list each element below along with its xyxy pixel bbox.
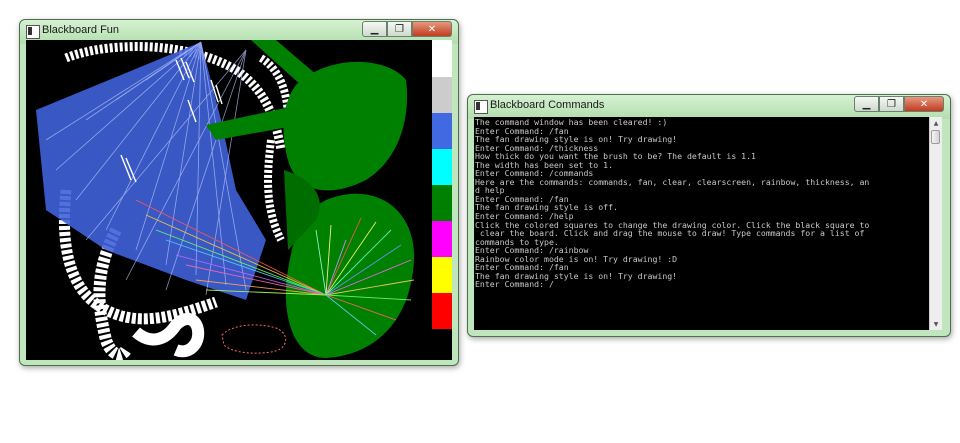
swatch-light-gray[interactable] [432,77,452,113]
blackboard-fun-window[interactable]: Blackboard Fun ▁ ❐ ✕ [19,19,459,366]
window-title: Blackboard Fun [42,24,120,36]
scroll-down-arrow-icon[interactable]: ▼ [930,318,942,330]
console-app-icon [474,100,488,114]
console-output[interactable]: The command window has been cleared! :) E… [474,117,942,330]
window-title: Blackboard Commands [490,99,605,111]
rainbow-scribble [221,324,286,354]
title-bar[interactable]: Blackboard Commands ▁ ❐ ✕ [468,95,950,119]
scroll-thumb[interactable] [931,130,940,144]
swatch-blue[interactable] [432,113,452,149]
scroll-up-arrow-icon[interactable]: ▲ [930,117,942,129]
window-controls: ▁ ❐ ✕ [854,96,944,113]
clear-board-swatch[interactable] [432,329,452,360]
maximize-button[interactable]: ❐ [387,21,412,37]
minimize-icon: ▁ [862,98,871,110]
blackboard-commands-window[interactable]: Blackboard Commands ▁ ❐ ✕ The command wi… [467,94,951,337]
swatch-cyan[interactable] [432,149,452,185]
drawing-canvas[interactable] [26,40,452,360]
close-icon: ✕ [919,98,929,110]
minimize-button[interactable]: ▁ [362,21,387,37]
close-button[interactable]: ✕ [412,21,452,37]
minimize-button[interactable]: ▁ [854,96,879,112]
close-icon: ✕ [427,23,437,35]
console-lines: The command window has been cleared! :) E… [475,118,931,289]
console-line: Enter Command: / [475,279,554,290]
swatch-yellow[interactable] [432,257,452,293]
maximize-icon: ❐ [887,98,896,110]
app-icon [26,25,40,39]
console-line: Here are the commands: commands, fan, cl… [475,176,870,187]
swatch-red[interactable] [432,293,452,329]
maximize-button[interactable]: ❐ [879,96,904,112]
minimize-icon: ▁ [370,23,379,35]
maximize-icon: ❐ [395,23,404,35]
vertical-scrollbar[interactable]: ▲ ▼ [929,117,942,330]
close-button[interactable]: ✕ [904,96,944,112]
swatch-white[interactable] [432,40,452,77]
swatch-magenta[interactable] [432,221,452,257]
drawing-layer [36,40,415,360]
swatch-green[interactable] [432,185,452,221]
window-controls: ▁ ❐ ✕ [362,21,452,38]
